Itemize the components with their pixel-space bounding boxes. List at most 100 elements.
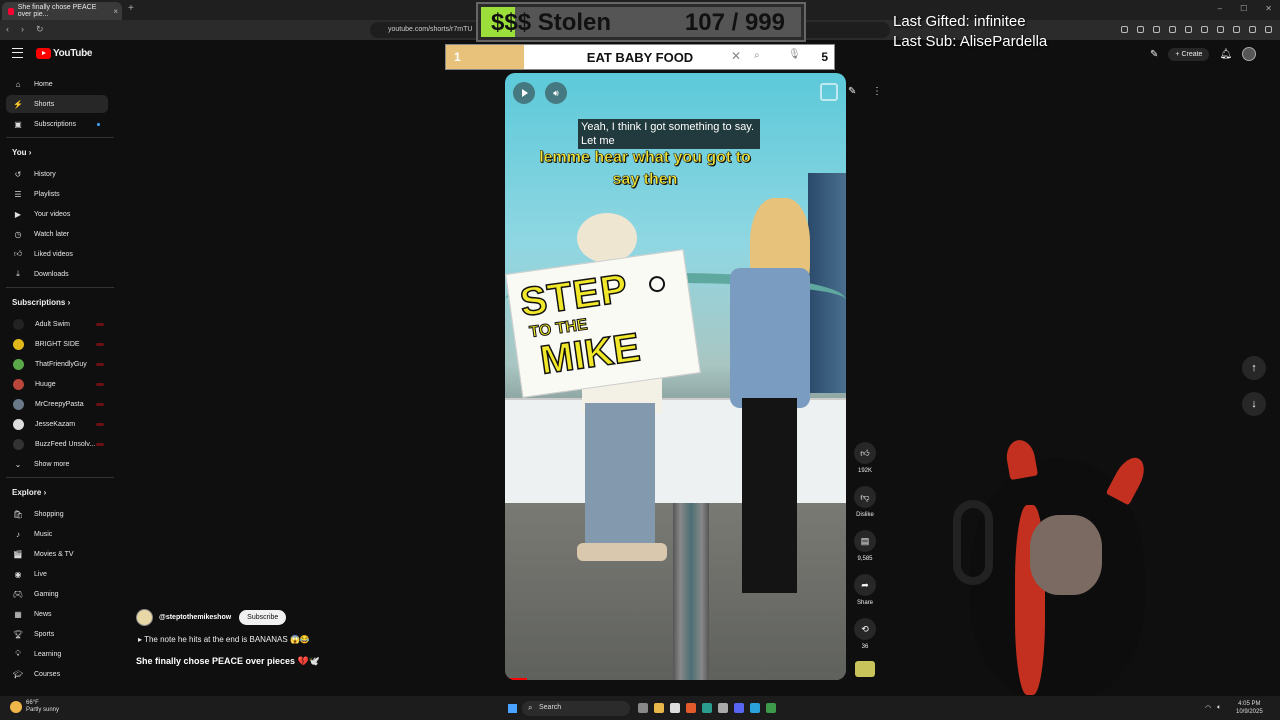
sidebar-item-jessekazam[interactable]: JesseKazam (6, 415, 108, 433)
sidebar-item-label: Shopping (34, 510, 64, 518)
channel-name[interactable]: @steptothemikeshow (159, 614, 231, 621)
sidebar-item-history[interactable]: ↺ History (6, 165, 108, 183)
share-button[interactable]: ➦ Share (853, 574, 877, 606)
edge-icon[interactable] (702, 703, 712, 713)
sidebar-item-huuge[interactable]: Huuge (6, 375, 108, 393)
minimize-icon[interactable]: – (1218, 4, 1222, 13)
sidebar-item-your-videos[interactable]: ▶ Your videos (6, 205, 108, 223)
new-tab-icon[interactable]: + (128, 3, 134, 14)
extension-icon[interactable] (1169, 26, 1176, 33)
sidebar-item-show-more[interactable]: ⌄ Show more (6, 455, 108, 473)
maximize-icon[interactable]: ☐ (1240, 4, 1247, 13)
new-content-dot (97, 122, 100, 126)
sidebar-item-adult-swim[interactable]: Adult Swim (6, 315, 108, 333)
live-indicator (96, 382, 104, 386)
brave-icon[interactable] (686, 703, 696, 713)
close-tab-icon[interactable]: × (113, 7, 118, 16)
channel-avatar[interactable] (136, 609, 153, 626)
sound-thumbnail[interactable] (855, 661, 875, 677)
discord-icon[interactable] (734, 703, 744, 713)
weather-widget[interactable]: 66°F Partly sunny (10, 700, 59, 714)
app-icon[interactable] (718, 703, 728, 713)
stolen-count: 107 / 999 (684, 9, 785, 36)
windows-start-icon[interactable] (508, 704, 517, 713)
create-button[interactable]: + Create (1168, 47, 1210, 61)
sidebar-item-courses[interactable]: 🎓︎ Courses (6, 665, 108, 683)
more-options-icon[interactable]: ⋮ (872, 86, 882, 97)
extension-icon[interactable] (1217, 26, 1224, 33)
volume-icon[interactable]: 🔊︎ (545, 82, 567, 104)
extension-icon[interactable] (1233, 26, 1240, 33)
subscriptions-section[interactable]: Subscriptions › (12, 298, 70, 307)
taskbar-search[interactable]: Search (522, 701, 630, 716)
sidebar-item-gaming[interactable]: 🎮︎ Gaming (6, 585, 108, 603)
task-view-icon[interactable] (638, 703, 648, 713)
extension-icon[interactable] (1137, 26, 1144, 33)
extension-icon[interactable] (1121, 26, 1128, 33)
extension-icon[interactable] (1249, 26, 1256, 33)
avatar[interactable] (1242, 47, 1257, 61)
speaker-icon[interactable]: 🔈︎ (1217, 704, 1221, 712)
remix-button[interactable]: ⟲ 36 (853, 618, 877, 650)
browser-tab[interactable]: She finally chose PEACE over pie... × (2, 2, 122, 20)
sidebar-item-movies-tv[interactable]: 🎬︎ Movies & TV (6, 545, 108, 563)
sidebar-item-mrcreepypasta[interactable]: MrCreepyPasta (6, 395, 108, 413)
sidebar-item-shopping[interactable]: 🛍︎ Shopping (6, 505, 108, 523)
next-short-button[interactable]: ↓ (1242, 392, 1266, 416)
sidebar-item-watch-later[interactable]: ◷ Watch later (6, 225, 108, 243)
sidebar-item-learning[interactable]: 💡︎ Learning (6, 645, 108, 663)
extension-icon[interactable] (1185, 26, 1192, 33)
like-button[interactable]: 👍︎ 192K (853, 442, 877, 474)
previous-short-button[interactable]: ↑ (1242, 356, 1266, 380)
sidebar-item-liked-videos[interactable]: 👍︎ Liked videos (6, 245, 108, 263)
explore-section[interactable]: Explore › (12, 488, 46, 497)
dislike-button[interactable]: 👎︎ Dislike (853, 486, 877, 518)
video-progress[interactable] (505, 678, 527, 680)
telegram-icon[interactable] (750, 703, 760, 713)
sidebar-item-live[interactable]: ◉ Live (6, 565, 108, 583)
subscribe-button[interactable]: Subscribe (239, 610, 287, 625)
play-icon[interactable] (513, 82, 535, 104)
menu-icon[interactable] (12, 48, 23, 58)
reload-icon[interactable]: ↻ (36, 24, 44, 35)
sidebar-item-buzzfeed-unsolv[interactable]: BuzzFeed Unsolv... (6, 435, 108, 453)
youtube-logo[interactable]: YouTube (36, 48, 93, 59)
extension-icon[interactable] (1153, 26, 1160, 33)
search-icon[interactable]: ⌕ (754, 50, 760, 61)
sidebar-item-downloads[interactable]: ⤓ Downloads (6, 265, 108, 283)
sidebar-item-subscriptions[interactable]: ▣ Subscriptions (6, 115, 108, 133)
fullscreen-icon[interactable] (820, 83, 838, 101)
notepad-icon[interactable] (670, 703, 680, 713)
edit-icon[interactable]: ✎ (1150, 49, 1158, 60)
sidebar-item-label: Adult Swim (35, 320, 71, 328)
sidebar-item-home[interactable]: ⌂ Home (6, 75, 108, 93)
clear-icon[interactable]: ✕ (731, 49, 741, 63)
sidebar-item-news[interactable]: ▦ News (6, 605, 108, 623)
video-rail (673, 503, 709, 680)
wifi-icon[interactable]: ◠ (1205, 704, 1211, 712)
sidebar-item-bright-side[interactable]: BRIGHT SIDE (6, 335, 108, 353)
sidebar-item-playlists[interactable]: ☰ Playlists (6, 185, 108, 203)
file-explorer-icon[interactable] (654, 703, 664, 713)
sidebar-item-label: Watch later (34, 230, 70, 238)
goal-search-bar[interactable]: 1 EAT BABY FOOD ✕ ⌕ 🎙 5 (445, 44, 835, 70)
sidebar-item-thatfriendlyguy[interactable]: ThatFriendlyGuy (6, 355, 108, 373)
extension-icon[interactable] (1201, 26, 1208, 33)
microphone-icon[interactable]: 🎙 (788, 49, 801, 60)
edit-icon[interactable]: ✎ (848, 86, 856, 97)
extension-icon[interactable] (1265, 26, 1272, 33)
sidebar-item-shorts[interactable]: ⚡ Shorts (6, 95, 108, 113)
chrome-icon[interactable] (766, 703, 776, 713)
notifications-icon[interactable]: 🔔︎ (1219, 49, 1232, 60)
sidebar-item-music[interactable]: ♪ Music (6, 525, 108, 543)
close-window-icon[interactable]: ✕ (1265, 4, 1272, 13)
shorts-video-player[interactable]: STEP TO THE MIKE Yeah, I think I got som… (505, 73, 846, 680)
sidebar-item-label: Shorts (34, 100, 55, 108)
description-line[interactable]: ▸ The note he hits at the end is BANANAS… (138, 635, 310, 644)
sidebar-item-sports[interactable]: 🏆︎ Sports (6, 625, 108, 643)
comments-button[interactable]: ▤ 9,585 (853, 530, 877, 562)
forward-icon[interactable]: › (21, 24, 24, 35)
you-section[interactable]: You › (12, 148, 31, 157)
back-icon[interactable]: ‹ (6, 24, 9, 35)
clock[interactable]: 4:05 PM 10/9/2025 (1236, 700, 1263, 716)
